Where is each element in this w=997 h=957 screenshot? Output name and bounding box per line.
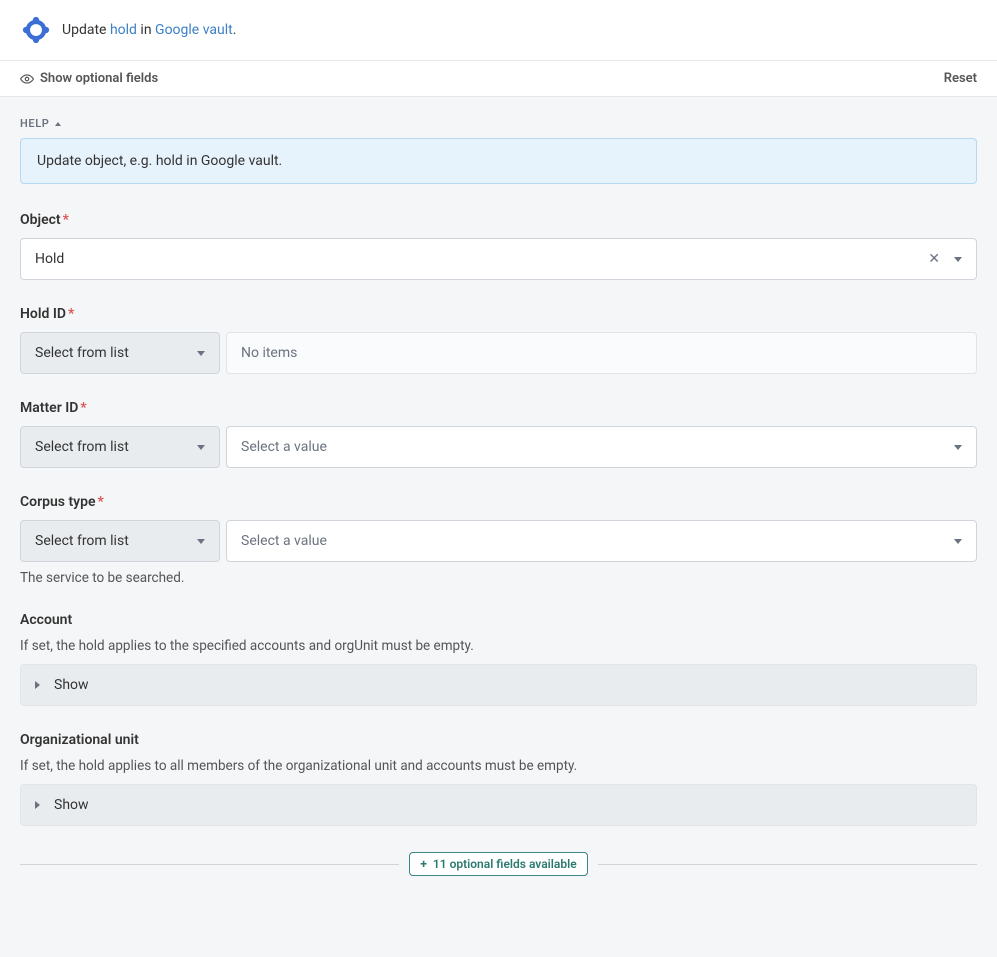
corpus-type-hint: The service to be searched.: [20, 570, 977, 586]
matter-id-label: Matter ID*: [20, 400, 977, 416]
optional-fields-divider: + 11 optional fields available: [20, 852, 977, 876]
plus-icon: +: [420, 857, 427, 871]
hold-id-mode-select[interactable]: Select from list: [20, 332, 220, 374]
help-box: Update object, e.g. hold in Google vault…: [20, 138, 977, 184]
title-object-link[interactable]: hold: [110, 22, 137, 38]
object-label: Object*: [20, 212, 977, 228]
account-desc: If set, the hold applies to the specifie…: [20, 638, 977, 654]
app-logo-icon: [20, 14, 52, 46]
field-account: Account If set, the hold applies to the …: [20, 612, 977, 706]
org-unit-desc: If set, the hold applies to all members …: [20, 758, 977, 774]
hold-id-label: Hold ID*: [20, 306, 977, 322]
required-asterisk: *: [63, 212, 69, 228]
divider-line: [598, 864, 977, 865]
title-service-link[interactable]: Google vault: [155, 22, 233, 38]
field-corpus-type: Corpus type* Select from list Select a v…: [20, 494, 977, 586]
account-show-toggle[interactable]: Show: [20, 664, 977, 706]
org-unit-show-toggle[interactable]: Show: [20, 784, 977, 826]
hold-id-value: No items: [241, 345, 297, 361]
field-matter-id: Matter ID* Select from list Select a val…: [20, 400, 977, 468]
hold-id-label-text: Hold ID: [20, 306, 66, 322]
clear-icon[interactable]: ✕: [928, 252, 940, 266]
hold-id-value-box[interactable]: No items: [226, 332, 977, 374]
matter-id-label-text: Matter ID: [20, 400, 78, 416]
divider-line: [20, 864, 399, 865]
corpus-type-value-select[interactable]: Select a value: [226, 520, 977, 562]
org-unit-toggle-label: Show: [54, 797, 89, 813]
page-title: Update hold in Google vault.: [62, 22, 236, 38]
required-asterisk: *: [98, 494, 104, 510]
required-asterisk: *: [80, 400, 86, 416]
field-object: Object* Hold ✕: [20, 212, 977, 280]
chevron-down-icon[interactable]: [954, 257, 962, 262]
help-section-header[interactable]: HELP: [20, 117, 977, 130]
account-label: Account: [20, 612, 977, 628]
corpus-type-placeholder: Select a value: [241, 533, 327, 549]
field-org-unit: Organizational unit If set, the hold app…: [20, 732, 977, 826]
object-value: Hold: [35, 251, 64, 267]
field-hold-id: Hold ID* Select from list No items: [20, 306, 977, 374]
title-middle: in: [137, 22, 155, 38]
title-suffix: .: [233, 22, 237, 38]
chevron-up-icon: [55, 122, 61, 126]
chevron-down-icon: [954, 445, 962, 450]
form-content: HELP Update object, e.g. hold in Google …: [0, 97, 997, 896]
show-optional-fields-button[interactable]: Show optional fields: [20, 71, 158, 86]
matter-id-mode-select[interactable]: Select from list: [20, 426, 220, 468]
chevron-down-icon: [197, 539, 205, 544]
chevron-down-icon: [197, 445, 205, 450]
account-toggle-label: Show: [54, 677, 89, 693]
reset-button[interactable]: Reset: [944, 71, 977, 86]
optional-fields-button[interactable]: + 11 optional fields available: [409, 852, 587, 876]
matter-id-value-select[interactable]: Select a value: [226, 426, 977, 468]
title-prefix: Update: [62, 22, 110, 38]
show-optional-label: Show optional fields: [40, 71, 158, 86]
required-asterisk: *: [68, 306, 74, 322]
help-text: Update object, e.g. hold in Google vault…: [37, 153, 282, 169]
chevron-down-icon: [954, 539, 962, 544]
org-unit-label: Organizational unit: [20, 732, 977, 748]
matter-id-mode-value: Select from list: [35, 439, 129, 455]
corpus-type-label: Corpus type*: [20, 494, 977, 510]
object-select[interactable]: Hold ✕: [20, 238, 977, 280]
object-label-text: Object: [20, 212, 61, 228]
page-header: Update hold in Google vault.: [0, 0, 997, 61]
toolbar: Show optional fields Reset: [0, 61, 997, 97]
corpus-type-label-text: Corpus type: [20, 494, 96, 510]
corpus-type-mode-select[interactable]: Select from list: [20, 520, 220, 562]
matter-id-placeholder: Select a value: [241, 439, 327, 455]
help-title: HELP: [20, 117, 49, 130]
corpus-type-mode-value: Select from list: [35, 533, 129, 549]
chevron-right-icon: [35, 681, 44, 689]
chevron-down-icon: [197, 351, 205, 356]
chevron-right-icon: [35, 801, 44, 809]
eye-icon: [20, 72, 34, 86]
hold-id-mode-value: Select from list: [35, 345, 129, 361]
optional-fields-text: 11 optional fields available: [433, 857, 577, 871]
